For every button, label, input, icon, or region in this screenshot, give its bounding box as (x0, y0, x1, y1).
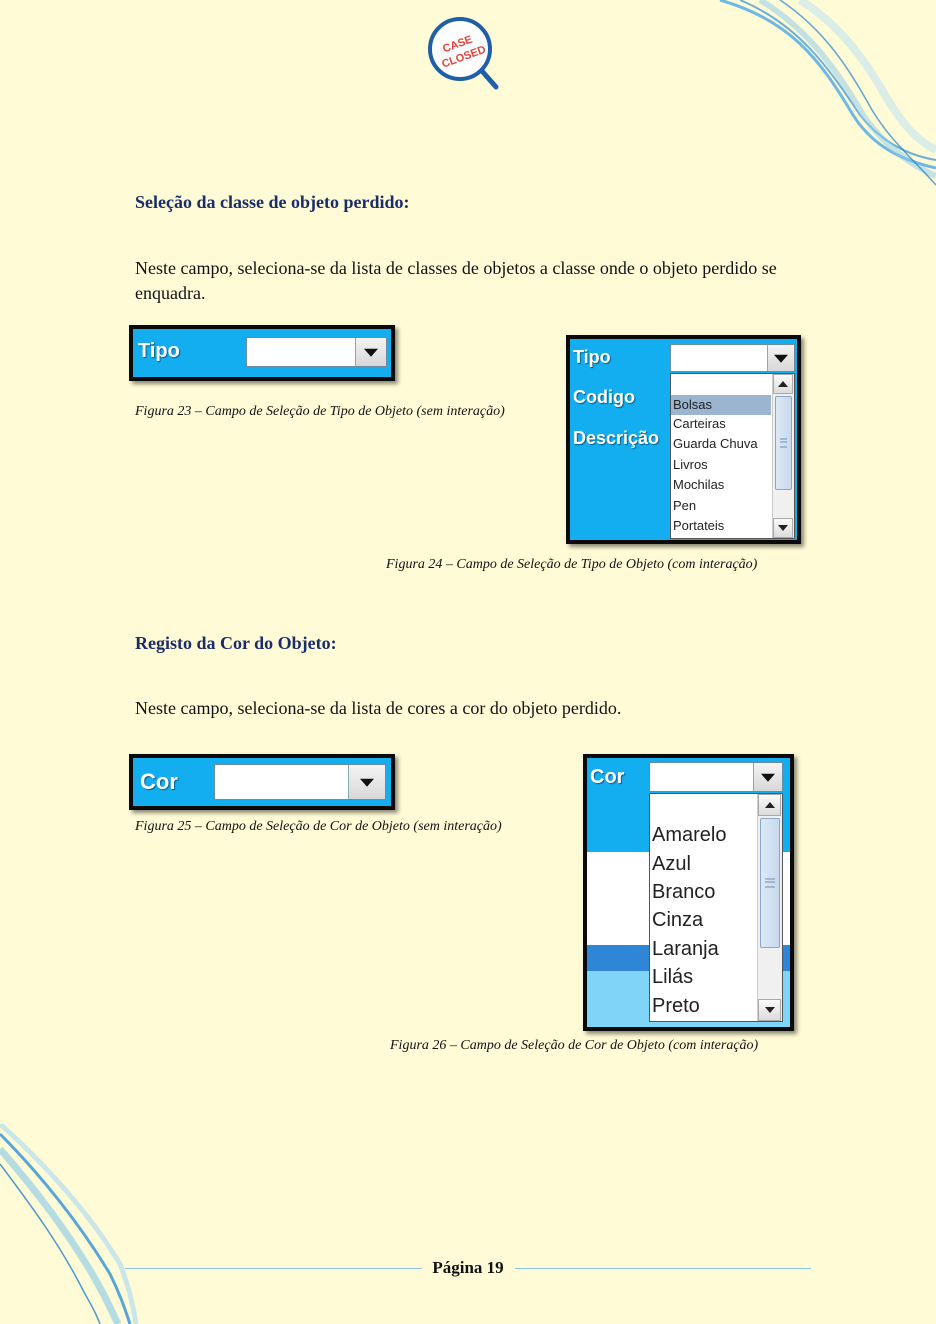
scroll-down-button[interactable] (758, 999, 781, 1021)
scroll-down-button[interactable] (773, 518, 793, 538)
chevron-down-icon (360, 778, 374, 787)
tipo-select-widget: Tipo (129, 325, 395, 381)
section-paragraph-object-color: Neste campo, seleciona-se da lista de co… (135, 698, 622, 718)
figure-25-caption: Figura 25 – Campo de Seleção de Cor de O… (135, 819, 502, 834)
cor-select-expanded-widget: Cor Amarelo Azul Branco Cinza Laranja Li… (583, 754, 794, 1031)
chevron-down-icon (364, 348, 378, 357)
top-right-wave-decoration (719, 0, 936, 186)
arrow-down-icon (764, 1007, 775, 1013)
dropdown-button[interactable] (355, 338, 386, 366)
cor-select[interactable] (214, 764, 386, 800)
option-portateis[interactable]: Portateis (673, 518, 724, 533)
option-carteiras[interactable]: Carteiras (673, 416, 726, 431)
chevron-down-icon (761, 773, 775, 782)
page-number: Página 19 (0, 1258, 936, 1278)
section-heading-object-class: Seleção da classe de objeto perdido: (135, 192, 410, 212)
option-livros[interactable]: Livros (673, 457, 708, 472)
cor-options-list: Amarelo Azul Branco Cinza Laranja Lilás … (649, 793, 783, 1022)
tipo-select[interactable] (670, 344, 795, 372)
option-mochilas[interactable]: Mochilas (673, 477, 724, 492)
cor-label: Cor (590, 766, 625, 788)
codigo-label: Codigo (573, 387, 635, 407)
figure-26-caption: Figura 26 – Campo de Seleção de Cor de O… (390, 1038, 759, 1053)
grip-icon (765, 878, 775, 888)
option-lilas[interactable]: Lilás (652, 966, 693, 989)
arrow-down-icon (778, 525, 788, 531)
option-cinza[interactable]: Cinza (652, 909, 703, 932)
list-scrollbar[interactable] (757, 794, 782, 1021)
arrow-up-icon (778, 381, 788, 387)
option-branco[interactable]: Branco (652, 881, 715, 904)
arrow-up-icon (764, 802, 775, 808)
dropdown-button[interactable] (767, 345, 794, 371)
case-closed-logo: CASE CLOSED (428, 17, 499, 90)
option-pen[interactable]: Pen (673, 498, 696, 513)
scroll-thumb[interactable] (760, 818, 780, 948)
tipo-label: Tipo (573, 347, 611, 367)
option-azul[interactable]: Azul (652, 853, 691, 876)
scroll-up-button[interactable] (758, 794, 781, 816)
grip-icon (780, 438, 787, 448)
option-guarda-chuva[interactable]: Guarda Chuva (673, 436, 758, 451)
tipo-select[interactable] (246, 337, 387, 367)
dropdown-button[interactable] (753, 763, 782, 791)
scroll-up-button[interactable] (773, 374, 793, 394)
cor-select[interactable] (649, 762, 783, 792)
tipo-label: Tipo (138, 340, 180, 362)
cor-label: Cor (140, 769, 178, 794)
figure-24-caption: Figura 24 – Campo de Seleção de Tipo de … (386, 557, 758, 572)
dropdown-button[interactable] (348, 765, 385, 799)
figure-23-caption: Figura 23 – Campo de Seleção de Tipo de … (135, 404, 505, 419)
section-paragraph-object-class: Neste campo, seleciona-se da lista de cl… (135, 258, 777, 303)
tipo-options-list: Bolsas Carteiras Guarda Chuva Livros Moc… (670, 373, 795, 539)
list-scrollbar[interactable] (772, 374, 794, 538)
bottom-left-wave-decoration (0, 1124, 139, 1324)
section-heading-object-color: Registo da Cor do Objeto: (135, 633, 337, 653)
scroll-thumb[interactable] (775, 396, 792, 490)
cor-select-widget: Cor (129, 754, 395, 810)
chevron-down-icon (774, 354, 788, 363)
tipo-select-expanded-widget: Tipo Codigo Descrição Bolsas Carteiras G… (566, 335, 801, 544)
option-laranja[interactable]: Laranja (652, 938, 719, 961)
option-amarelo[interactable]: Amarelo (652, 824, 726, 847)
option-bolsas[interactable]: Bolsas (671, 395, 771, 415)
page-number-label: Página 19 (422, 1258, 514, 1277)
option-preto[interactable]: Preto (652, 995, 700, 1018)
descricao-label: Descrição (573, 428, 660, 448)
